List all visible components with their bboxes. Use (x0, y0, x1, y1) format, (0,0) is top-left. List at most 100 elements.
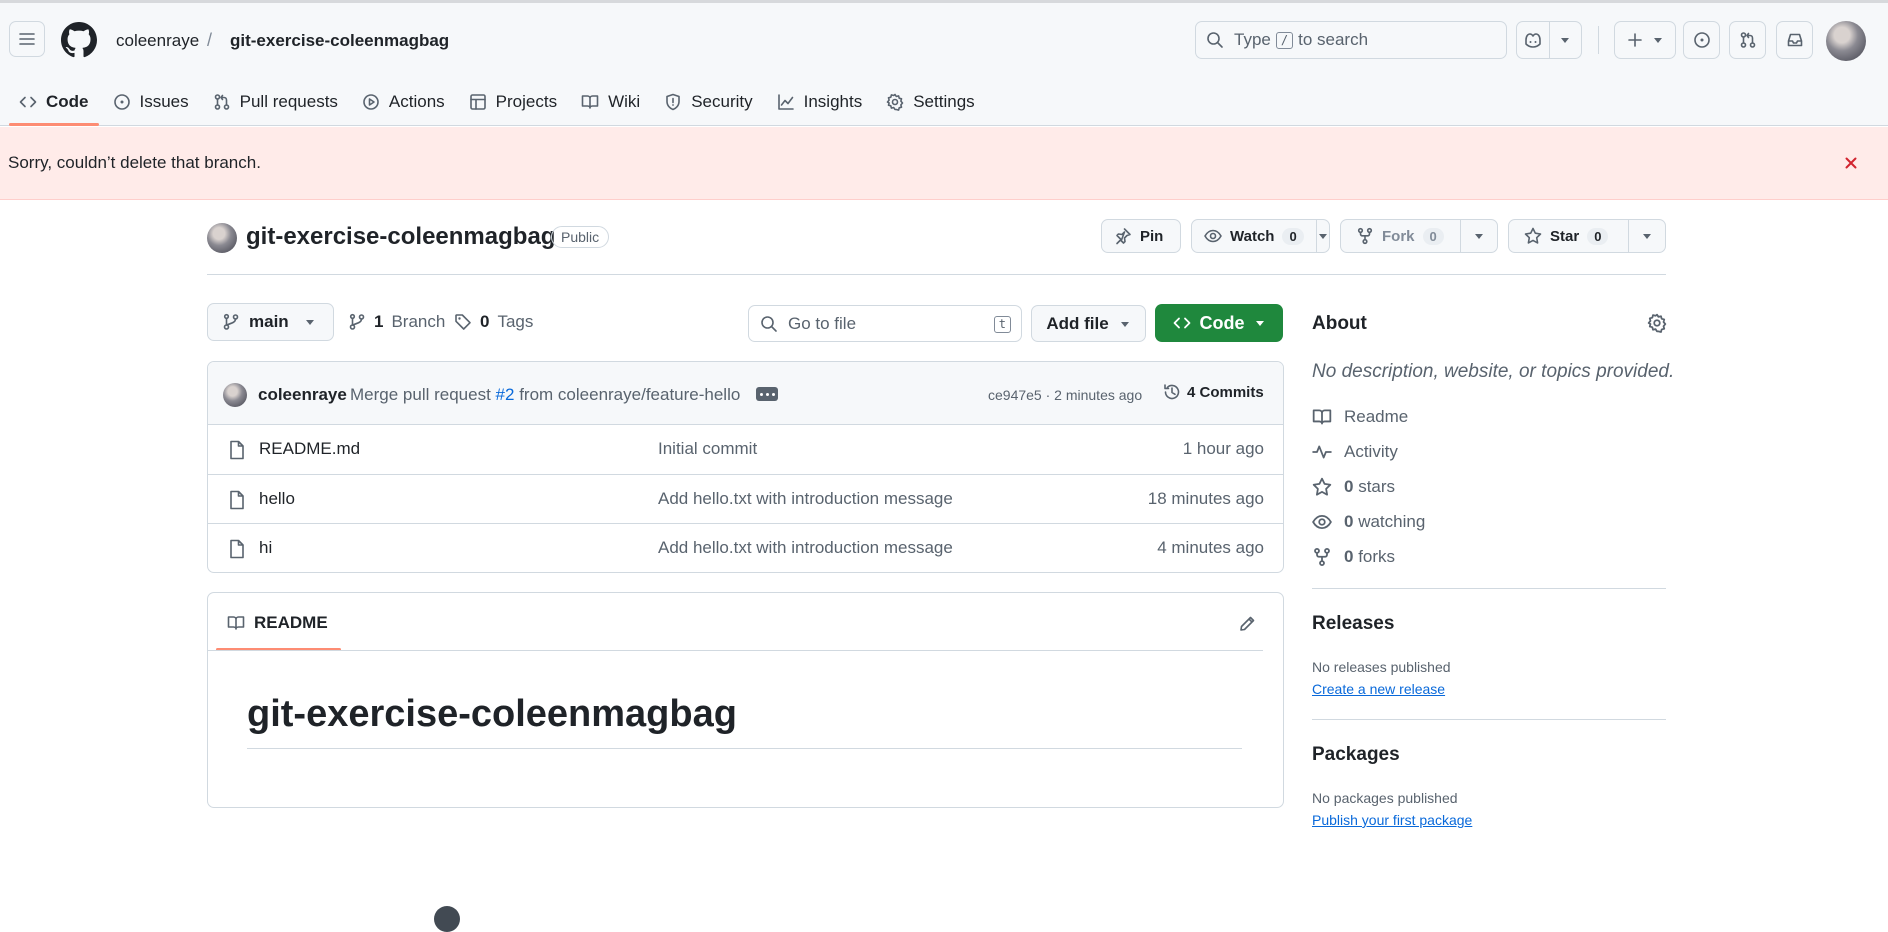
star-menu-button[interactable] (1627, 220, 1665, 252)
about-title: About (1312, 313, 1367, 334)
breadcrumb-repo[interactable]: git-exercise-coleenmagbag (230, 31, 449, 51)
pencil-icon[interactable] (1235, 612, 1259, 636)
git-pull-request-icon (213, 93, 231, 111)
github-logo-icon[interactable] (61, 22, 97, 58)
tab-label: Projects (495, 92, 558, 111)
play-icon (362, 93, 380, 111)
create-new-button[interactable] (1614, 21, 1676, 59)
tab-label: Actions (388, 92, 445, 111)
copilot-menu-button[interactable] (1548, 22, 1582, 58)
history-icon (1163, 383, 1181, 401)
fork-button-group: Fork 0 (1340, 219, 1498, 253)
global-header: coleenraye / git-exercise-coleenmagbag T… (0, 3, 1888, 126)
triangle-down-icon (1559, 34, 1571, 46)
gear-icon[interactable] (1647, 313, 1667, 333)
triangle-down-icon (1119, 318, 1131, 330)
tab-label: Security (691, 92, 753, 111)
stars-count: 0 (1344, 477, 1354, 496)
add-file-button[interactable]: Add file (1031, 305, 1146, 342)
releases-title[interactable]: Releases (1312, 613, 1394, 635)
repo-forked-icon (1356, 227, 1374, 245)
file-row[interactable]: hi Add hello.txt with introduction messa… (208, 523, 1283, 572)
branches-link[interactable]: 1 Branch (348, 303, 445, 341)
file-row[interactable]: README.md Initial commit 1 hour ago (208, 425, 1283, 474)
search-suffix: to search (1298, 30, 1369, 49)
triangle-down-icon (1317, 230, 1329, 242)
notifications-button[interactable] (1776, 21, 1813, 59)
fork-button[interactable]: Fork 0 (1341, 220, 1460, 252)
watch-count: 0 (1282, 227, 1304, 245)
shield-icon (664, 93, 682, 111)
readme-tab[interactable]: README (227, 613, 328, 633)
branch-count: 1 (374, 312, 384, 331)
commit-author[interactable]: coleenraye (258, 385, 347, 405)
x-icon[interactable] (1839, 151, 1863, 175)
kebab-horizontal-icon[interactable] (756, 387, 778, 401)
global-search-input[interactable]: Type / to search (1195, 21, 1507, 59)
tab-issues[interactable]: Issues (103, 81, 199, 123)
copilot-button[interactable] (1517, 22, 1549, 58)
commit-pr-link[interactable]: #2 (496, 385, 515, 404)
user-avatar[interactable] (1826, 21, 1866, 61)
file-name[interactable]: hi (259, 538, 272, 558)
watching-link[interactable]: 0 watching (1312, 512, 1425, 532)
file-commit-message[interactable]: Initial commit (658, 439, 757, 459)
eye-icon (1204, 227, 1222, 245)
tab-actions[interactable]: Actions (352, 81, 455, 123)
stars-link[interactable]: 0 stars (1312, 477, 1395, 497)
tab-projects[interactable]: Projects (459, 81, 567, 123)
fork-menu-button[interactable] (1459, 220, 1497, 252)
watch-button[interactable]: Watch 0 (1192, 220, 1316, 252)
open-menu-button[interactable] (9, 21, 45, 57)
add-file-label: Add file (1046, 313, 1109, 333)
star-count: 0 (1587, 227, 1609, 245)
file-commit-message[interactable]: Add hello.txt with introduction message (658, 538, 953, 558)
git-branch-icon (348, 313, 366, 331)
commit-meta[interactable]: ce947e5 · 2 minutes ago (988, 387, 1142, 403)
repo-owner-avatar[interactable] (207, 223, 237, 253)
readme-link[interactable]: Readme (1312, 407, 1408, 427)
file-commit-message[interactable]: Add hello.txt with introduction message (658, 489, 953, 509)
tab-pull-requests[interactable]: Pull requests (203, 81, 348, 123)
flash-message: Sorry, couldn’t delete that branch. (8, 153, 261, 172)
tab-security[interactable]: Security (654, 81, 762, 123)
code-dropdown-button[interactable]: Code (1155, 304, 1283, 342)
star-button-group: Star 0 (1508, 219, 1666, 253)
tab-label: Insights (803, 92, 863, 111)
file-name[interactable]: hello (259, 489, 295, 509)
triangle-down-icon (1473, 230, 1485, 242)
publish-package-link[interactable]: Publish your first package (1312, 812, 1472, 828)
tab-wiki[interactable]: Wiki (571, 81, 650, 123)
branch-selector-button[interactable]: main (207, 303, 334, 341)
create-release-link[interactable]: Create a new release (1312, 681, 1445, 697)
commits-history-link[interactable]: 4 Commits (1163, 383, 1264, 401)
tab-code[interactable]: Code (9, 81, 99, 126)
packages-title[interactable]: Packages (1312, 744, 1400, 766)
file-name[interactable]: README.md (259, 439, 360, 459)
go-to-file-shortcut-key: t (993, 316, 1011, 333)
repo-forked-icon (1312, 547, 1332, 567)
repo-title[interactable]: git-exercise-coleenmagbag (246, 223, 555, 251)
tab-settings[interactable]: Settings (876, 81, 984, 123)
tab-insights[interactable]: Insights (767, 81, 873, 123)
your-issues-button[interactable] (1683, 21, 1720, 59)
code-button-label: Code (1199, 312, 1245, 333)
breadcrumb-owner[interactable]: coleenraye (116, 31, 199, 51)
pin-icon (1114, 227, 1132, 245)
triangle-down-icon (1641, 230, 1653, 242)
table-icon (469, 93, 487, 111)
forks-link[interactable]: 0 forks (1312, 547, 1395, 567)
file-row[interactable]: hello Add hello.txt with introduction me… (208, 474, 1283, 523)
tags-link[interactable]: 0 Tags (454, 303, 533, 341)
commit-author-avatar[interactable] (223, 383, 247, 407)
watch-menu-button[interactable] (1315, 220, 1329, 252)
git-branch-icon (222, 313, 240, 331)
star-button[interactable]: Star 0 (1509, 220, 1628, 252)
go-to-file-input[interactable]: Go to file t (748, 305, 1022, 342)
triangle-down-icon (1652, 34, 1664, 46)
pin-button[interactable]: Pin (1101, 219, 1181, 253)
commit-message[interactable]: Merge pull request #2 from coleenraye/fe… (350, 385, 740, 405)
activity-link[interactable]: Activity (1312, 442, 1398, 462)
tag-word: Tags (497, 312, 534, 331)
your-pull-requests-button[interactable] (1729, 21, 1766, 59)
